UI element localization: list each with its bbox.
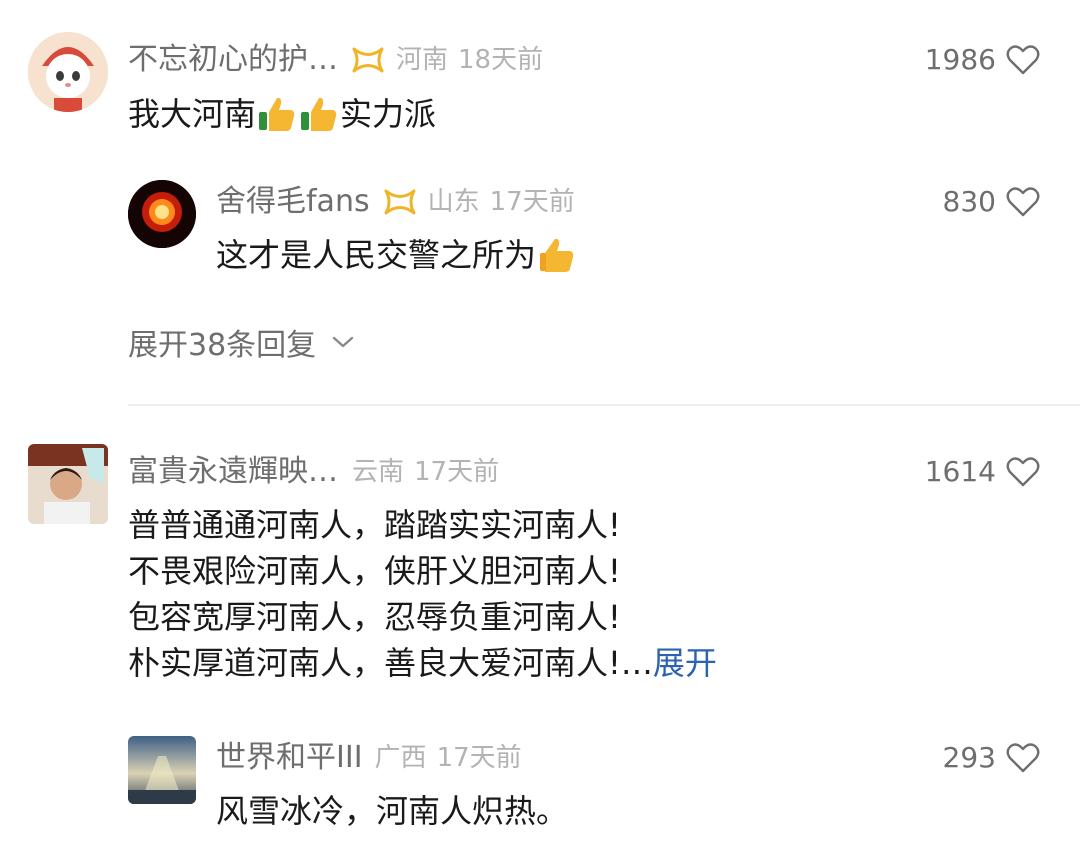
thumbs-up-emoji [299, 94, 339, 134]
divider [128, 404, 1080, 406]
heart-outline-icon [1006, 187, 1040, 217]
avatar[interactable] [28, 32, 108, 112]
comment-meta: 富貴永遠輝映… 云南 17天前 [128, 450, 499, 494]
like-count: 830 [942, 185, 996, 218]
vip-badge-icon [384, 189, 416, 215]
location: 河南 [396, 45, 449, 75]
thumbs-up-emoji [257, 94, 297, 134]
comment-text: 普普通通河南人，踏踏实实河南人! 不畏艰险河南人，侠肝义胆河南人! 包容宽厚河南… [128, 502, 717, 686]
username[interactable]: 舍得毛fans [216, 180, 370, 224]
timestamp: 17天前 [489, 187, 575, 217]
location: 云南 [352, 457, 405, 487]
like-button[interactable]: 1614 [925, 450, 1040, 494]
expand-text-link[interactable]: 展开 [653, 640, 717, 686]
reply-meta: 舍得毛fans 山东 17天前 [216, 180, 575, 224]
comment-text-part: 实力派 [340, 95, 437, 133]
expand-replies-button[interactable]: 展开38条回复 [128, 320, 356, 364]
location: 广西 [374, 743, 427, 773]
heart-outline-icon [1006, 45, 1040, 75]
comment-text-part: 我大河南 [128, 95, 257, 133]
chevron-down-icon [332, 336, 354, 348]
reply-text-line: 风雪冰冷，河南人炽热。 [216, 792, 569, 830]
comment-meta: 不忘初心的护… 河南 18天前 [128, 38, 543, 82]
username[interactable]: 不忘初心的护… [128, 38, 338, 82]
location: 山东 [427, 187, 480, 217]
avatar[interactable] [128, 736, 196, 804]
thumbs-up-emoji [537, 235, 577, 275]
text-line: 不畏艰险河南人，侠肝义胆河南人! [128, 552, 621, 590]
like-count: 293 [942, 741, 996, 774]
timestamp: 18天前 [458, 45, 544, 75]
timestamp: 17天前 [436, 743, 522, 773]
heart-outline-icon [1006, 743, 1040, 773]
text-line: 朴实厚道河南人，善良大爱河南人!… [128, 644, 653, 682]
reply-text: 风雪冰冷，河南人炽热。 [216, 788, 568, 834]
comment-text: 我大河南 实力派 [128, 91, 436, 137]
heart-outline-icon [1006, 457, 1040, 487]
like-button[interactable]: 1986 [925, 38, 1040, 82]
like-button[interactable]: 830 [943, 180, 1040, 224]
text-line-last: 朴实厚道河南人，善良大爱河南人!… 展开 [128, 640, 717, 686]
like-count: 1986 [924, 43, 996, 76]
reply-meta: 世界和平III 广西 17天前 [216, 736, 522, 780]
like-count: 1614 [924, 455, 996, 488]
avatar[interactable] [28, 444, 108, 524]
text-line: 包容宽厚河南人，忍辱负重河南人! [128, 598, 621, 636]
like-button[interactable]: 293 [943, 736, 1040, 780]
text-line: 普普通通河南人，踏踏实实河南人! [128, 506, 621, 544]
avatar[interactable] [128, 180, 196, 248]
timestamp: 17天前 [414, 457, 500, 487]
username[interactable]: 富貴永遠輝映… [128, 450, 338, 494]
expand-replies-label: 展开38条回复 [128, 328, 317, 363]
reply-text: 这才是人民交警之所为 [216, 232, 578, 278]
username[interactable]: 世界和平III [216, 736, 363, 780]
vip-badge-icon [352, 47, 384, 73]
reply-text-part: 这才是人民交警之所为 [216, 236, 537, 274]
